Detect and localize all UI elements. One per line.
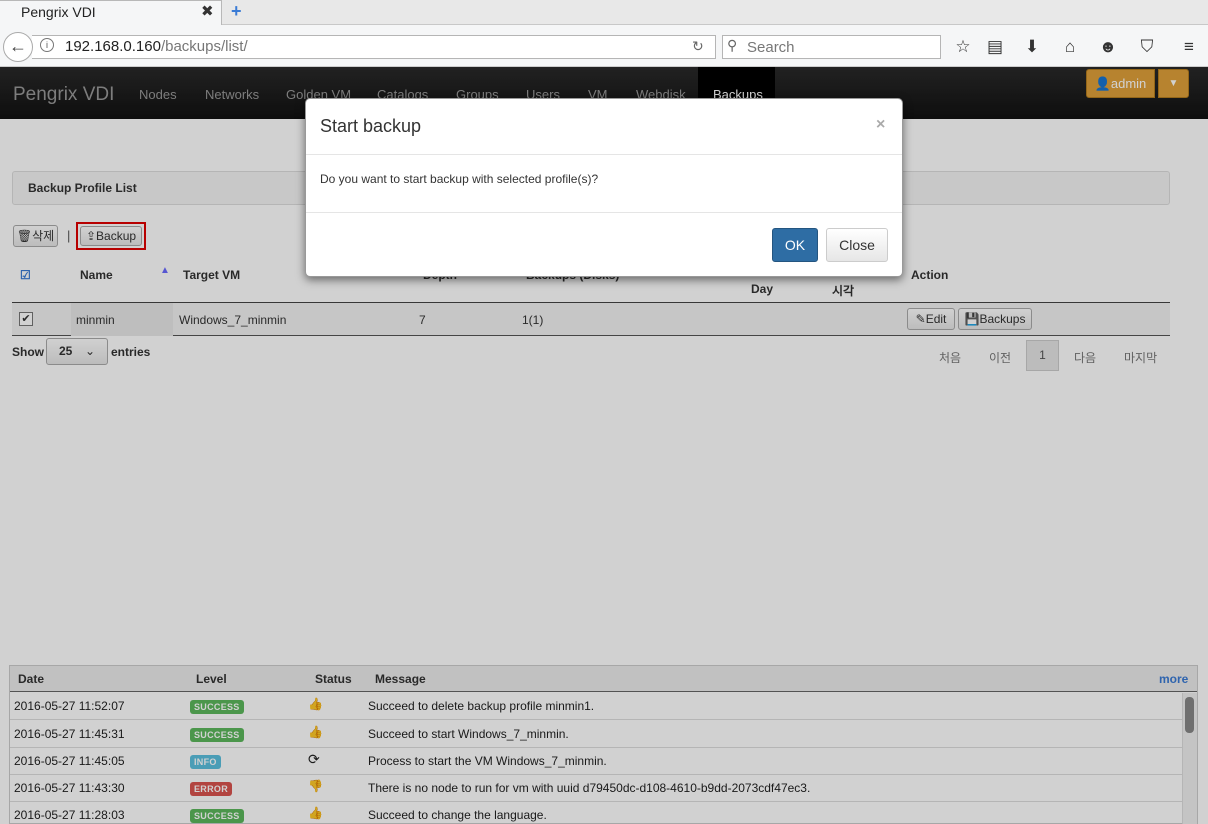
url-path: /backups/list/ <box>160 38 248 55</box>
bookmark-star-icon[interactable]: ☆ <box>952 37 974 57</box>
chat-icon[interactable]: ☻ <box>1097 37 1119 57</box>
home-icon[interactable]: ⌂ <box>1059 37 1081 57</box>
url-text[interactable]: 192.168.0.160/backups/list/ <box>65 38 248 55</box>
pocket-icon[interactable]: ⛉ <box>1136 37 1158 57</box>
search-placeholder: Search <box>747 39 795 56</box>
ok-button[interactable]: OK <box>772 228 818 262</box>
reload-icon[interactable]: ↻ <box>692 38 704 55</box>
download-icon[interactable]: ⬇ <box>1021 37 1043 57</box>
back-arrow-icon[interactable]: ← <box>3 32 33 62</box>
dialog-divider <box>306 212 902 213</box>
tab-title: Pengrix VDI <box>21 4 96 20</box>
dialog-message: Do you want to start backup with selecte… <box>320 172 599 186</box>
dialog-divider <box>306 154 902 155</box>
menu-icon[interactable]: ≡ <box>1178 37 1200 57</box>
reading-list-icon[interactable]: ▤ <box>984 37 1006 57</box>
close-button[interactable]: Close <box>826 228 888 262</box>
search-icon: ⚲ <box>727 37 738 53</box>
dialog-title: Start backup <box>320 116 422 136</box>
tab-close-icon[interactable]: ✖ <box>201 2 214 20</box>
url-host: 192.168.0.160 <box>65 38 161 55</box>
new-tab-icon[interactable]: + <box>231 1 242 22</box>
close-icon[interactable]: × <box>876 116 885 134</box>
info-icon[interactable]: i <box>40 38 54 52</box>
